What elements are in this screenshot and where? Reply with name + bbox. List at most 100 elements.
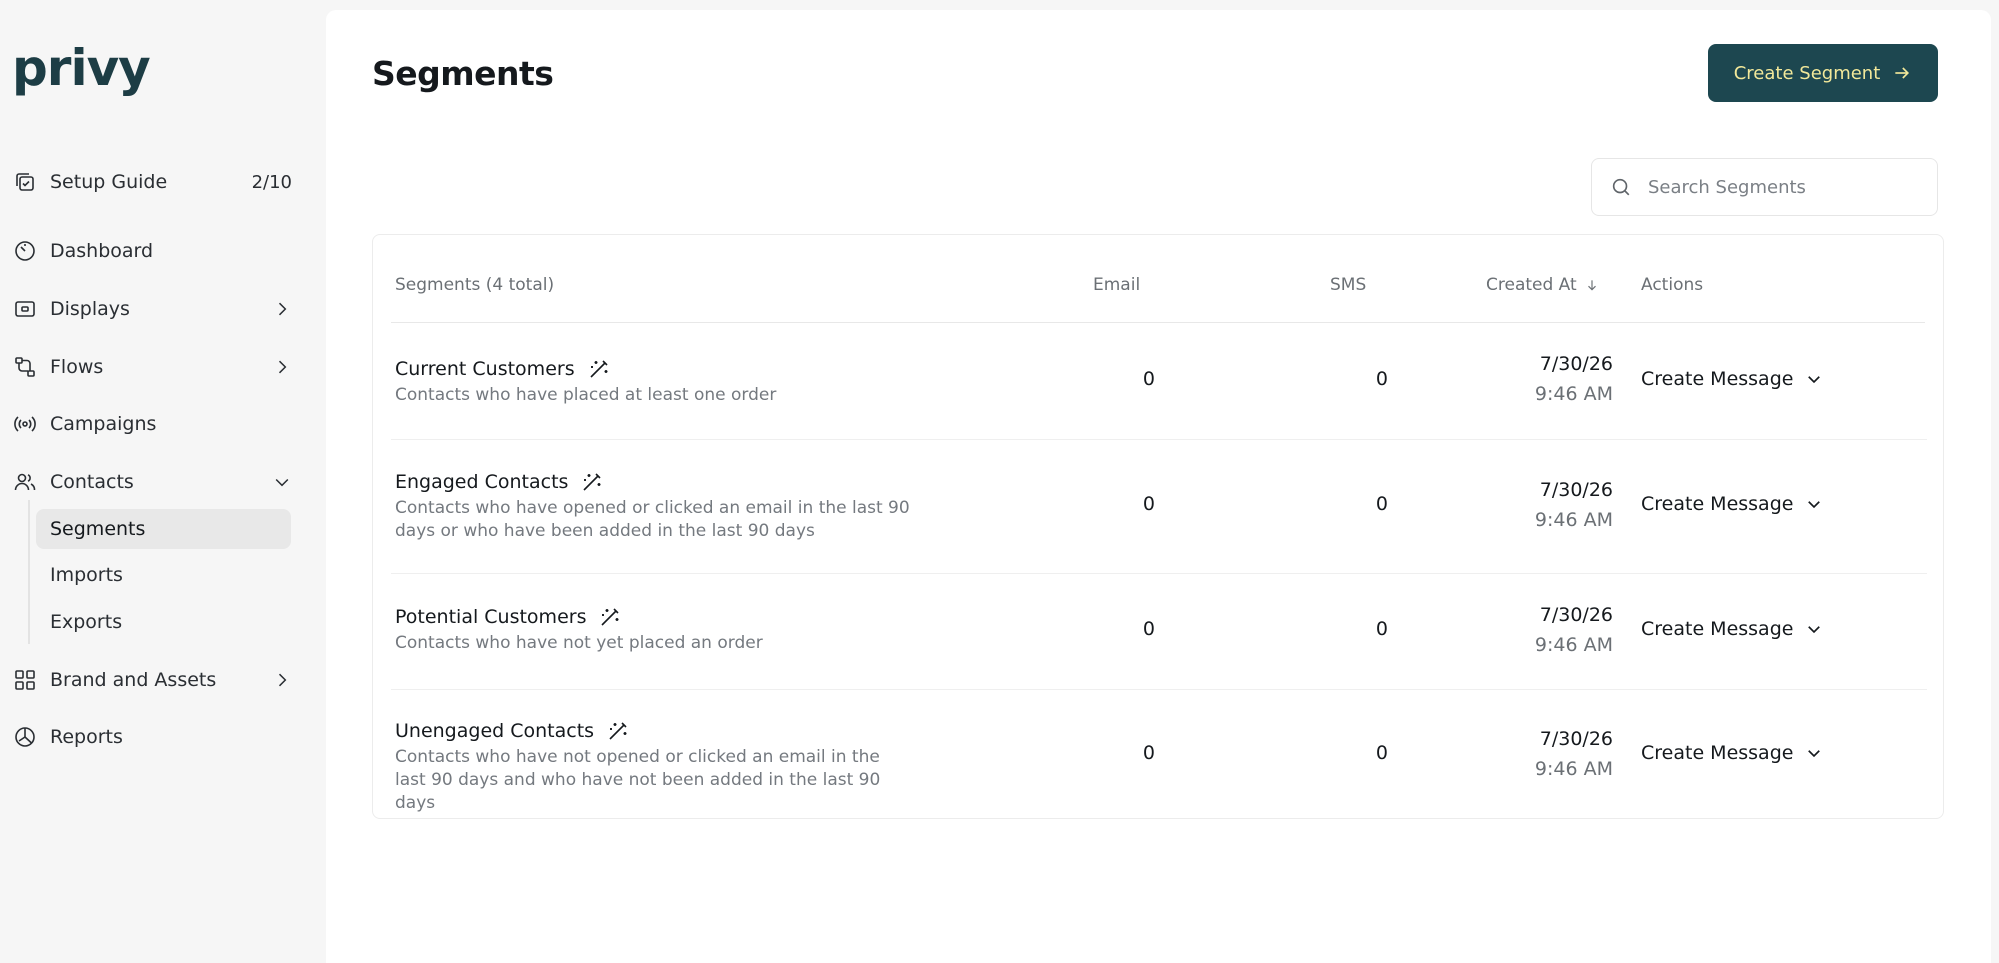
segment-name[interactable]: Engaged Contacts: [395, 470, 604, 494]
created-time: 9:46 AM: [1534, 383, 1613, 405]
sidebar-item-dashboard[interactable]: Dashboard: [12, 231, 292, 271]
sidebar-item-label: Brand and Assets: [50, 669, 217, 691]
created-time: 9:46 AM: [1534, 509, 1613, 531]
main-panel: Segments Create Segment Segments (4 tota…: [326, 10, 1991, 963]
created-at: 7/30/26 9:46 AM: [1393, 724, 1613, 784]
create-message-label: Create Message: [1641, 368, 1794, 390]
create-segment-button[interactable]: Create Segment: [1708, 44, 1938, 102]
sidebar-item-campaigns[interactable]: Campaigns: [12, 404, 292, 444]
create-message-label: Create Message: [1641, 493, 1794, 515]
segment-description: Contacts who have opened or clicked an e…: [395, 498, 910, 541]
created-date: 7/30/26: [1539, 353, 1613, 375]
table-row[interactable]: Current Customers Contacts who have plac…: [373, 323, 1945, 440]
flows-icon: [12, 354, 38, 380]
sidebar-item-contacts[interactable]: Contacts: [12, 462, 292, 502]
created-date: 7/30/26: [1539, 728, 1613, 750]
created-at-label: Created At: [1486, 275, 1577, 295]
sms-count: 0: [1375, 618, 1388, 640]
sidebar-item-label: Reports: [50, 726, 123, 748]
created-at: 7/30/26 9:46 AM: [1393, 600, 1613, 660]
sidebar-item-label: Dashboard: [50, 240, 154, 262]
sidebar-subitem-segments[interactable]: Segments: [36, 509, 291, 549]
chevron-down-icon: [1808, 750, 1821, 758]
create-message-dropdown[interactable]: Create Message: [1641, 493, 1823, 515]
segment-name-text: Engaged Contacts: [395, 471, 569, 493]
sidebar-item-reports[interactable]: Reports: [12, 717, 292, 757]
created-at: 7/30/26 9:46 AM: [1393, 475, 1613, 535]
chevron-down-icon: [1808, 501, 1821, 509]
sidebar-item-label: Flows: [50, 356, 104, 378]
column-header-segments: Segments (4 total): [395, 275, 555, 295]
magic-wand-icon: [601, 608, 620, 626]
privy-logo[interactable]: privy: [12, 38, 151, 98]
chevron-down-icon[interactable]: [272, 472, 292, 492]
create-message-dropdown[interactable]: Create Message: [1641, 742, 1823, 764]
sidebar-item-label: Setup Guide: [50, 171, 168, 193]
search-input[interactable]: [1648, 176, 1918, 198]
table-row[interactable]: Potential Customers Contacts who have no…: [373, 573, 1945, 690]
segments-table: Segments (4 total) Email SMS Created At …: [372, 234, 1944, 819]
table-row[interactable]: Engaged Contacts Contacts who have opene…: [373, 439, 1945, 574]
segment-name-text: Potential Customers: [395, 606, 587, 628]
sms-count: 0: [1375, 742, 1388, 764]
created-time: 9:46 AM: [1534, 634, 1613, 656]
column-header-email: Email: [1093, 275, 1141, 295]
displays-icon: [12, 296, 38, 322]
created-date: 7/30/26: [1539, 604, 1613, 626]
segment-description: Contacts who have placed at least one or…: [395, 385, 777, 405]
segment-name-text: Unengaged Contacts: [395, 720, 595, 742]
sidebar-item-displays[interactable]: Displays: [12, 289, 292, 329]
column-header-created-at[interactable]: Created At: [1486, 275, 1599, 295]
sidebar-item-label: Displays: [50, 298, 130, 320]
create-message-label: Create Message: [1641, 618, 1794, 640]
page-title: Segments: [372, 54, 554, 93]
brand-assets-icon: [12, 667, 38, 693]
segment-description: Contacts who have not yet placed an orde…: [395, 633, 763, 653]
segment-name[interactable]: Potential Customers: [395, 605, 622, 629]
sidebar-item-label: Contacts: [50, 471, 134, 493]
column-header-sms: SMS: [1330, 275, 1367, 295]
chevron-down-icon: [1808, 376, 1821, 384]
create-message-dropdown[interactable]: Create Message: [1641, 618, 1823, 640]
setup-guide-icon: [12, 169, 38, 195]
sidebar-item-label: Campaigns: [50, 413, 157, 435]
chevron-down-icon: [1808, 626, 1821, 634]
segment-name[interactable]: Current Customers: [395, 357, 611, 381]
sidebar: privy Setup Guide 2/10 Dashboard Display…: [0, 0, 326, 963]
segment-description: Contacts who have not opened or clicked …: [395, 747, 881, 813]
reports-icon: [12, 724, 38, 750]
dashboard-icon: [12, 238, 38, 264]
sort-arrow-down-icon: [1587, 280, 1596, 291]
magic-wand-icon: [583, 473, 601, 491]
chevron-right-icon[interactable]: [272, 670, 292, 690]
arrow-right-icon: [1895, 67, 1910, 79]
create-segment-label: Create Segment: [1733, 62, 1881, 84]
sidebar-item-setup-guide[interactable]: Setup Guide 2/10: [12, 162, 292, 202]
email-count: 0: [1142, 618, 1155, 640]
sidebar-subitem-imports[interactable]: Imports: [36, 555, 291, 595]
magic-wand-icon: [590, 360, 608, 378]
create-message-label: Create Message: [1641, 742, 1794, 764]
search-box[interactable]: [1591, 158, 1938, 216]
create-message-dropdown[interactable]: Create Message: [1641, 368, 1823, 390]
search-icon: [1612, 178, 1630, 196]
chevron-right-icon[interactable]: [272, 357, 292, 377]
segment-name[interactable]: Unengaged Contacts: [395, 719, 630, 743]
table-row[interactable]: Unengaged Contacts Contacts who have not…: [373, 689, 1945, 819]
sms-count: 0: [1375, 493, 1388, 515]
email-count: 0: [1142, 368, 1155, 390]
column-header-actions: Actions: [1641, 275, 1704, 295]
magic-wand-icon: [609, 722, 627, 740]
sidebar-subitem-exports[interactable]: Exports: [36, 602, 291, 642]
created-at: 7/30/26 9:46 AM: [1393, 349, 1613, 409]
contacts-subnav-rail: [28, 500, 30, 644]
setup-progress-badge: 2/10: [251, 171, 292, 193]
created-time: 9:46 AM: [1534, 758, 1613, 780]
sidebar-item-brand-and-assets[interactable]: Brand and Assets: [12, 660, 292, 700]
sidebar-item-flows[interactable]: Flows: [12, 347, 292, 387]
segment-name-text: Current Customers: [395, 358, 575, 380]
campaigns-icon: [12, 411, 38, 437]
email-count: 0: [1142, 493, 1155, 515]
chevron-right-icon[interactable]: [272, 299, 292, 319]
email-count: 0: [1142, 742, 1155, 764]
